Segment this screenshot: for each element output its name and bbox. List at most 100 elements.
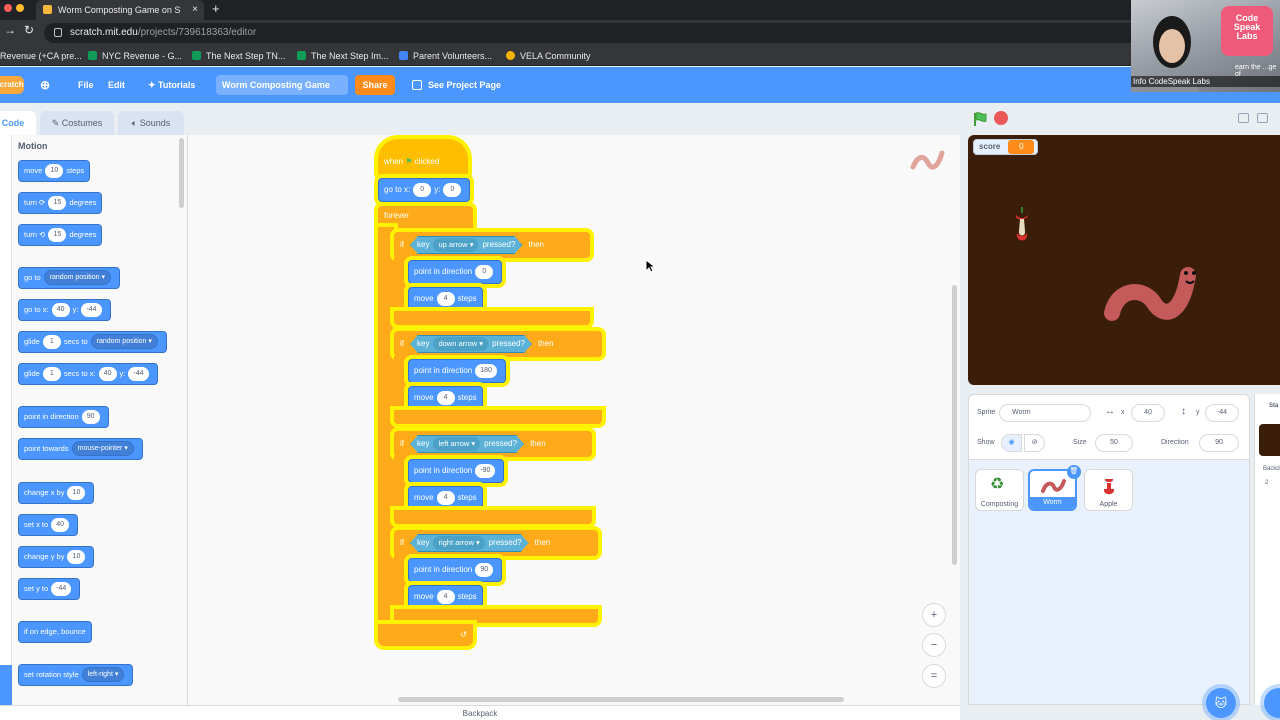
apple-core-sprite[interactable] bbox=[1012, 205, 1032, 247]
if-left-arrow-block[interactable]: if key left arrow ▾ pressed? then bbox=[394, 431, 592, 457]
bookmark-item[interactable]: NYC Revenue - G... bbox=[88, 46, 182, 66]
turn-left-block[interactable]: turn ⟲ 15 degrees bbox=[18, 224, 103, 246]
edit-menu[interactable]: Edit bbox=[108, 67, 125, 103]
reload-icon[interactable]: ↻ bbox=[24, 23, 34, 37]
sprite-name-input[interactable]: Worm bbox=[999, 404, 1091, 422]
vela-icon bbox=[506, 51, 515, 60]
rotation-style-block[interactable]: set rotation style left-right ▾ bbox=[18, 664, 134, 686]
move-steps-block[interactable]: move 4 steps bbox=[408, 486, 483, 510]
set-x-block[interactable]: set x to 40 bbox=[18, 514, 79, 536]
bounce-block[interactable]: if on edge, bounce bbox=[18, 621, 92, 643]
bookmark-item[interactable]: The Next Step TN... bbox=[192, 46, 285, 66]
turn-right-block[interactable]: turn ⟳ 15 degrees bbox=[18, 192, 103, 214]
see-project-page-button[interactable]: See Project Page bbox=[404, 75, 504, 95]
point-direction-block[interactable]: point in direction 180 bbox=[408, 359, 506, 383]
x-arrow-icon: ↔ bbox=[1105, 406, 1115, 417]
category-strip[interactable] bbox=[0, 135, 12, 705]
point-direction-block[interactable]: point in direction 90 bbox=[408, 558, 503, 582]
zoom-in-button[interactable]: + bbox=[922, 603, 946, 627]
hide-eye-icon[interactable]: ⊘ bbox=[1024, 434, 1045, 452]
stop-icon[interactable] bbox=[994, 111, 1008, 125]
move-steps-block[interactable]: move 10 steps bbox=[18, 160, 91, 182]
large-stage-icon[interactable] bbox=[1257, 113, 1268, 123]
point-direction-block[interactable]: point in direction 0 bbox=[408, 260, 503, 284]
point-towards-block[interactable]: point towards mouse-pointer ▾ bbox=[18, 438, 143, 460]
sheets-icon bbox=[88, 51, 97, 60]
tab-close-icon[interactable]: × bbox=[192, 0, 198, 20]
add-sprite-button[interactable]: 🐱︎ bbox=[1206, 688, 1236, 718]
bookmark-item[interactable]: The Next Step Im... bbox=[297, 46, 389, 66]
bookmark-item[interactable]: Revenue (+CA pre... bbox=[0, 46, 82, 66]
extension-button[interactable] bbox=[0, 665, 12, 705]
tab-sounds[interactable]: 🔈︎ Sounds bbox=[118, 111, 184, 136]
project-title-input[interactable]: Worm Composting Game bbox=[216, 75, 348, 95]
close-window-dot[interactable] bbox=[4, 4, 12, 12]
move-steps-block[interactable]: move 4 steps bbox=[408, 287, 483, 311]
minimize-window-dot[interactable] bbox=[16, 4, 24, 12]
workspace-vertical-scrollbar[interactable] bbox=[952, 285, 957, 565]
address-bar[interactable]: scratch.mit.edu/projects/739618363/edito… bbox=[44, 23, 1154, 43]
recycle-icon: ♻ bbox=[990, 476, 1005, 493]
move-steps-block[interactable]: move 4 steps bbox=[408, 386, 483, 410]
key-pressed-sensing-block[interactable]: key right arrow ▾ pressed? bbox=[410, 534, 529, 552]
direction-input[interactable]: 90 bbox=[1199, 434, 1239, 452]
new-tab-button[interactable]: + bbox=[212, 0, 220, 18]
move-steps-block[interactable]: move 4 steps bbox=[408, 585, 483, 609]
green-flag-icon[interactable] bbox=[972, 111, 988, 127]
glide-random-block[interactable]: glide 1 secs to random position ▾ bbox=[18, 331, 167, 353]
x-input[interactable]: 40 bbox=[1131, 404, 1165, 422]
browser-tab[interactable]: Worm Composting Game on S × bbox=[36, 0, 204, 20]
when-flag-clicked-block[interactable]: when ⚑ clicked bbox=[378, 139, 468, 177]
zoom-out-button[interactable]: − bbox=[922, 633, 946, 657]
globe-icon[interactable]: ⊕ bbox=[40, 67, 50, 103]
sprite-info-panel: Sprite Worm ↔ x 40 ↕ y -44 Show ◉ ⊘ Size… bbox=[968, 394, 1250, 460]
editor-tabs: Code ✎ Costumes 🔈︎ Sounds bbox=[0, 103, 960, 136]
glide-xy-block[interactable]: glide 1 secs to x: 40 y: -44 bbox=[18, 363, 158, 385]
sprite-apple[interactable]: Apple bbox=[1084, 469, 1133, 511]
if-right-arrow-block[interactable]: if key right arrow ▾ pressed? then bbox=[394, 530, 598, 556]
goto-xy-block[interactable]: go to x: 40 y: -44 bbox=[18, 299, 111, 321]
change-x-block[interactable]: change x by 10 bbox=[18, 482, 95, 504]
stage-target-panel[interactable]: Sta Backd 2 bbox=[1254, 394, 1280, 705]
small-stage-icon[interactable] bbox=[1238, 113, 1249, 123]
tutorials-button[interactable]: ✦ Tutorials bbox=[148, 67, 195, 103]
sprite-composting[interactable]: ♻ Composting bbox=[975, 469, 1024, 511]
set-y-block[interactable]: set y to -44 bbox=[18, 578, 81, 600]
if-up-arrow-block[interactable]: if key up arrow ▾ pressed? then bbox=[394, 232, 590, 258]
webcam-caption: Info CodeSpeak Labs bbox=[1131, 76, 1280, 87]
key-pressed-sensing-block[interactable]: key down arrow ▾ pressed? bbox=[410, 335, 532, 353]
file-menu[interactable]: File bbox=[78, 67, 94, 103]
palette-scrollbar[interactable] bbox=[179, 138, 184, 208]
worm-sprite[interactable] bbox=[1104, 257, 1204, 327]
stage-canvas[interactable]: score 0 bbox=[968, 135, 1280, 385]
point-direction-block[interactable]: point in direction 90 bbox=[18, 406, 109, 428]
speaker-icon: 🔈︎ bbox=[131, 118, 140, 128]
y-input[interactable]: -44 bbox=[1205, 404, 1239, 422]
sprite-name: Composting bbox=[980, 501, 1019, 508]
forward-arrow-icon[interactable]: → bbox=[4, 23, 16, 37]
show-visible-eye-icon[interactable]: ◉ bbox=[1001, 434, 1022, 452]
trash-icon[interactable]: 🗑︎ bbox=[1067, 465, 1081, 479]
category-title: Motion bbox=[18, 141, 48, 151]
goto-random-block[interactable]: go to random position ▾ bbox=[18, 267, 120, 289]
zoom-reset-button[interactable]: = bbox=[922, 664, 946, 688]
if-down-arrow-block[interactable]: if key down arrow ▾ pressed? then bbox=[394, 331, 602, 357]
if-bottom bbox=[394, 311, 590, 325]
bookmark-item[interactable]: VELA Community bbox=[506, 46, 591, 66]
key-pressed-sensing-block[interactable]: key left arrow ▾ pressed? bbox=[410, 435, 524, 453]
share-button[interactable]: Share bbox=[355, 75, 395, 95]
bookmark-item[interactable]: Parent Volunteers... bbox=[399, 46, 492, 66]
size-input[interactable]: 50 bbox=[1095, 434, 1133, 452]
tab-costumes[interactable]: ✎ Costumes bbox=[40, 111, 114, 136]
tab-code[interactable]: Code bbox=[0, 111, 36, 136]
workspace-horizontal-scrollbar[interactable] bbox=[398, 697, 844, 702]
point-direction-block[interactable]: point in direction -90 bbox=[408, 459, 505, 483]
goto-xy-block[interactable]: go to x: 0 y: 0 bbox=[378, 178, 471, 202]
backpack-bar[interactable]: Backpack bbox=[0, 705, 960, 720]
change-y-block[interactable]: change y by 10 bbox=[18, 546, 95, 568]
if-bottom bbox=[394, 609, 598, 623]
key-pressed-sensing-block[interactable]: key up arrow ▾ pressed? bbox=[410, 236, 522, 254]
scratch-logo[interactable]: Scratch bbox=[0, 76, 24, 94]
code-workspace[interactable]: when ⚑ clicked go to x: 0 y: 0 forever if ke… bbox=[188, 135, 960, 705]
sprite-worm[interactable]: Worm 🗑︎ bbox=[1028, 465, 1081, 511]
